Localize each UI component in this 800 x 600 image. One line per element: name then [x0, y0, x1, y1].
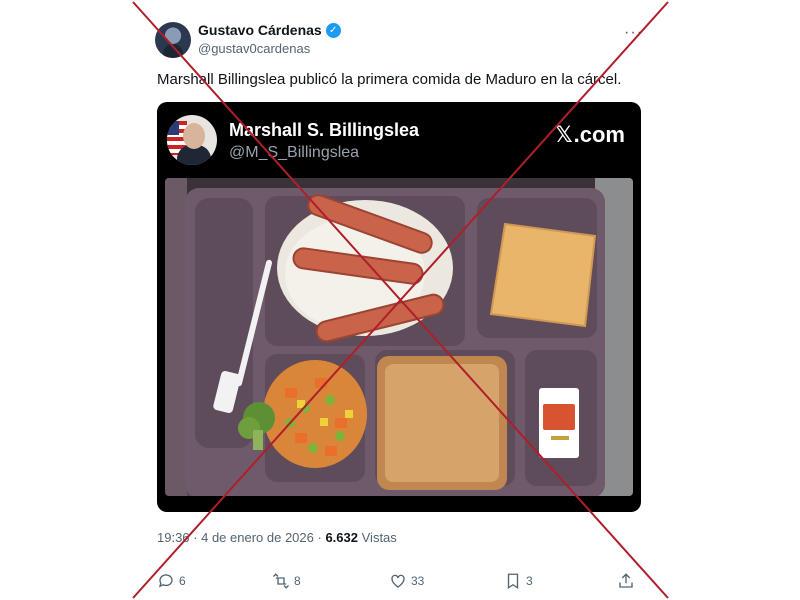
tweet-meta: 19:36 · 4 de enero de 2026 · 6.632 Vista…: [157, 530, 397, 545]
reply-count: 6: [179, 574, 186, 588]
action-bar: 6 8 33 3: [157, 572, 641, 592]
repost-icon: [273, 573, 289, 589]
x-logo-icon: 𝕏.com: [555, 122, 625, 148]
heart-icon: [391, 574, 405, 588]
author-name-row: Gustavo Cárdenas ✓: [198, 22, 341, 38]
meta-separator: ·: [189, 530, 202, 545]
quoted-name: Marshall S. Billingslea: [229, 120, 420, 140]
verified-badge-icon: ✓: [325, 22, 341, 38]
views-count: 6.632: [325, 530, 358, 545]
like-button[interactable]: 33: [389, 572, 424, 590]
author-handle[interactable]: @gustav0cardenas: [198, 41, 310, 56]
repost-button[interactable]: 8: [272, 572, 301, 590]
share-icon: [619, 573, 633, 588]
share-button[interactable]: [617, 572, 635, 590]
tweet-date[interactable]: 4 de enero de 2026: [201, 530, 314, 545]
reply-button[interactable]: 6: [157, 572, 186, 590]
reply-icon: [158, 574, 173, 588]
meta-separator-2: ·: [313, 530, 326, 545]
meal-tray-photo[interactable]: [165, 178, 633, 496]
repost-count: 8: [294, 574, 301, 588]
like-count: 33: [411, 574, 425, 588]
author-avatar[interactable]: [155, 22, 191, 58]
quoted-screenshot[interactable]: Marshall S. Billingslea @M_S_Billingslea…: [157, 102, 641, 512]
x-domain-text: .com: [573, 122, 625, 147]
bookmark-icon: [507, 573, 519, 590]
x-symbol: 𝕏: [554, 123, 573, 148]
quoted-avatar: [167, 115, 217, 165]
meal-tray-image: [165, 178, 633, 496]
quoted-handle: @M_S_Billingslea: [229, 144, 360, 161]
tweet-time[interactable]: 19:36: [157, 530, 190, 545]
bookmark-button[interactable]: 3: [504, 572, 533, 590]
more-options-icon[interactable]: ···: [624, 24, 643, 42]
views-label: Vistas: [361, 530, 397, 545]
tweet-text: Marshall Billingslea publicó la primera …: [157, 71, 622, 88]
author-name[interactable]: Gustavo Cárdenas: [198, 22, 322, 38]
bookmark-count: 3: [526, 574, 533, 588]
